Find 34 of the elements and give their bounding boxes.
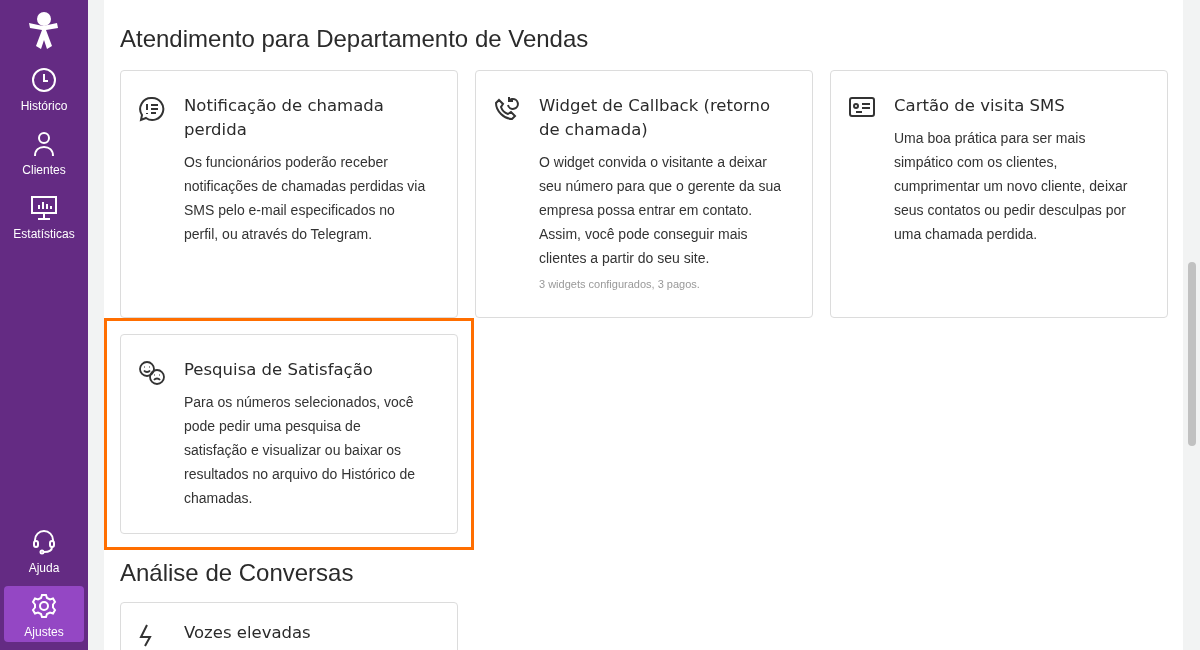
phone-callback-icon (493, 96, 519, 122)
card-title: Cartão de visita SMS (894, 95, 1066, 117)
feature-card[interactable]: Cartão de visita SMS Uma boa prática para ser mais simpático com os clientes, cumprimentar um novo cliente, deixar seus contatos ou pedir desculpas por uma chamada perdida. (830, 70, 1168, 318)
card-title: Pesquisa de Satisfação (184, 359, 374, 381)
contact-card-icon (848, 96, 876, 118)
logo (28, 12, 60, 50)
card-description: Para os números selecionados, você pode pedir uma pesquisa de satisfação e visualizar ou baixar os resultados no arquivo do Histórico de chamadas. (184, 393, 417, 508)
section-heading: Análise de Conversas (120, 558, 355, 588)
scrollbar-thumb[interactable] (1188, 262, 1196, 446)
nav-item[interactable]: Clientes (4, 124, 84, 180)
nav-item[interactable]: Ajuda (4, 522, 84, 578)
feature-card[interactable]: Vozes elevadas (120, 602, 458, 650)
nav-item[interactable]: Ajustes (4, 586, 84, 642)
card-title: Vozes elevadas (184, 622, 311, 644)
feature-card[interactable] (475, 70, 813, 318)
card-description: Uma boa prática para ser mais simpático com os clientes, cumprimentar um novo cliente, deixar seus contatos ou pedir desculpas por uma chamada perdida. (894, 129, 1129, 244)
card-title: Widget de Callback (retorno de chamada) (539, 95, 772, 141)
card-description: O widget convida o visitante a deixar seu número para que o gerente da sua empresa possa entrar em contato. Assim, você pode conseguir mais clientes a partir do seu site. (539, 153, 782, 268)
headset-icon (32, 529, 56, 555)
card-title: Notificação de chamada perdida (184, 95, 385, 141)
monitor-chart-icon (30, 195, 58, 221)
card-description: Os funcionários poderão receber notificações de chamadas perdidas via SMS pelo e-mail especificados no perfil, ou através do Telegram. (184, 153, 427, 244)
person-icon (33, 131, 55, 157)
section-heading: Atendimento para Departamento de Vendas (120, 24, 590, 54)
chat-alert-icon (138, 96, 166, 122)
lightning-icon (138, 623, 154, 647)
nav-item[interactable]: Estatísticas (4, 188, 84, 244)
card-note: 3 widgets configurados, 3 pagos. (539, 278, 701, 290)
nav-item[interactable]: Histórico (4, 60, 84, 116)
feature-card[interactable]: Notificação de chamada perdida Os funcionários poderão receber notificações de chamadas perdidas via SMS pelo e-mail especificados no perfil, ou através do Telegram. (120, 70, 458, 318)
clock-icon (31, 67, 57, 93)
faces-icon (138, 360, 166, 386)
feature-card[interactable]: Pesquisa de Satisfação Para os números selecionados, você pode pedir uma pesquisa de satisfação e visualizar ou baixar os resultados no arquivo do Histórico de chamadas. (120, 334, 458, 534)
settings-icon (31, 593, 57, 619)
